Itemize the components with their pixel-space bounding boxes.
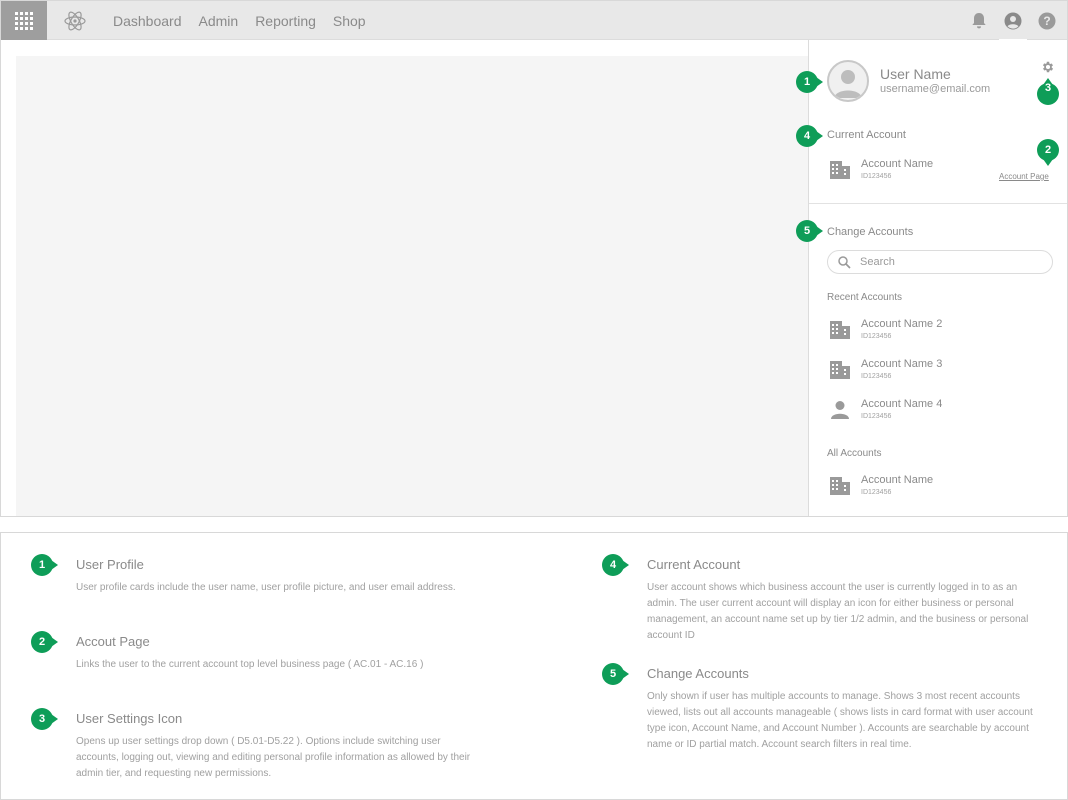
legend-text: Links the user to the current account to…	[76, 659, 424, 670]
person-icon	[831, 401, 849, 419]
legend-number: 3	[38, 713, 46, 725]
legend-title: Current Account	[647, 557, 741, 572]
account-name: Account Name 3	[861, 358, 943, 370]
legend-text: User account shows which business accoun…	[647, 582, 1029, 641]
user-account-dropdown: User Name username@email.com Current Acc…	[808, 40, 1067, 516]
account-name: Account Name	[861, 474, 934, 486]
legend-title: User Settings Icon	[76, 711, 183, 726]
main-nav: Dashboard Admin Reporting Shop	[113, 1, 366, 40]
legend-item-change-accounts: Change Accounts Only shown if user has m…	[647, 666, 1037, 753]
annotation-number: 1	[803, 76, 811, 88]
annotation-legend: 1 User Profile User profile cards includ…	[0, 532, 1068, 800]
building-icon	[830, 477, 850, 495]
legend-item-user-profile: User Profile User profile cards include …	[76, 557, 476, 596]
change-accounts-title: Change Accounts	[827, 226, 914, 238]
legend-item-current-account: Current Account User account shows which…	[647, 557, 1037, 644]
legend-item-user-settings: User Settings Icon Opens up user setting…	[76, 711, 486, 782]
account-id: ID123456	[861, 413, 892, 420]
current-account-title: Current Account	[827, 129, 906, 141]
legend-text: User profile cards include the user name…	[76, 582, 456, 593]
current-account-id: ID123456	[861, 173, 892, 180]
legend-marker-3: 3	[31, 708, 58, 730]
user-name: User Name	[880, 66, 951, 82]
help-icon[interactable]: ?	[1037, 11, 1057, 31]
legend-item-account-page: Accout Page Links the user to the curren…	[76, 634, 426, 673]
account-search	[827, 250, 1053, 274]
account-name: Account Name 4	[861, 398, 943, 410]
legend-number: 5	[609, 668, 617, 680]
search-icon	[838, 256, 851, 269]
legend-text: Only shown if user has multiple accounts…	[647, 691, 1033, 750]
nav-reporting[interactable]: Reporting	[255, 13, 316, 29]
annotation-marker-2: 2	[1037, 139, 1059, 166]
legend-number: 4	[609, 559, 617, 571]
main-content-area	[16, 56, 808, 516]
apps-grid-icon	[15, 11, 33, 30]
legend-marker-4: 4	[602, 554, 629, 576]
legend-marker-5: 5	[602, 663, 629, 685]
all-accounts-title: All Accounts	[827, 448, 882, 459]
bell-icon[interactable]	[969, 11, 989, 31]
annotation-number: 5	[803, 225, 811, 237]
current-account-name: Account Name	[861, 158, 934, 170]
annotation-marker-4: 4	[796, 125, 823, 147]
apps-grid-button[interactable]	[1, 1, 47, 40]
account-id: ID123456	[861, 489, 892, 496]
top-bar: Dashboard Admin Reporting Shop ?	[1, 1, 1067, 41]
legend-marker-1: 1	[31, 554, 58, 576]
legend-number: 1	[38, 559, 46, 571]
user-email: username@email.com	[880, 83, 991, 95]
account-name: Account Name 2	[861, 318, 943, 330]
atom-logo-icon[interactable]	[63, 9, 87, 33]
legend-title: User Profile	[76, 557, 144, 572]
nav-shop[interactable]: Shop	[333, 13, 366, 29]
avatar	[827, 60, 869, 102]
recent-accounts-title: Recent Accounts	[827, 292, 903, 303]
nav-admin[interactable]: Admin	[199, 13, 239, 29]
account-circle-icon[interactable]	[999, 11, 1027, 41]
annotation-marker-1: 1	[796, 71, 823, 93]
account-id: ID123456	[861, 373, 892, 380]
legend-text: Opens up user settings drop down ( D5.01…	[76, 736, 471, 779]
top-bar-actions: ?	[969, 1, 1057, 41]
recent-account-item[interactable]: Account Name 3 ID123456	[827, 358, 1057, 388]
annotation-marker-3: 3	[1037, 77, 1059, 105]
account-id: ID123456	[861, 333, 892, 340]
building-icon	[830, 161, 850, 179]
app-mockup-frame: Dashboard Admin Reporting Shop ? User Na…	[0, 0, 1068, 517]
building-icon	[830, 361, 850, 379]
all-account-item[interactable]: Account Name ID123456	[827, 474, 1057, 504]
account-search-input[interactable]	[860, 253, 1045, 271]
building-icon	[830, 321, 850, 339]
account-page-link[interactable]: Account Page	[999, 172, 1049, 181]
gear-icon[interactable]	[1041, 60, 1055, 74]
annotation-number: 4	[803, 130, 811, 142]
annotation-number: 3	[1044, 82, 1052, 94]
annotation-marker-5: 5	[796, 220, 823, 242]
legend-number: 2	[38, 636, 46, 648]
nav-dashboard[interactable]: Dashboard	[113, 13, 182, 29]
divider	[809, 203, 1067, 204]
recent-account-item[interactable]: Account Name 2 ID123456	[827, 318, 1057, 348]
svg-text:?: ?	[1043, 14, 1050, 28]
recent-account-item[interactable]: Account Name 4 ID123456	[827, 398, 1057, 428]
legend-marker-2: 2	[31, 631, 58, 653]
legend-title: Accout Page	[76, 634, 150, 649]
annotation-number: 2	[1044, 144, 1052, 156]
legend-title: Change Accounts	[647, 666, 749, 681]
